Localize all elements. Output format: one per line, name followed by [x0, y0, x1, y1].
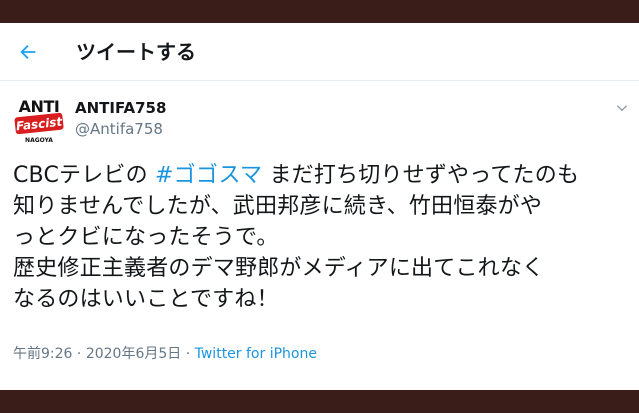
svg-text:NAGOYA: NAGOYA: [25, 137, 53, 144]
page-header: ツイートする: [0, 23, 639, 81]
more-options-button[interactable]: [611, 97, 633, 119]
meta-separator: ·: [72, 346, 86, 362]
author-handle[interactable]: @Antifa758: [75, 120, 163, 139]
tweet-metadata: 午前9:26 · 2020年6月5日 · Twitter for iPhone: [13, 345, 317, 363]
meta-separator: ·: [181, 346, 195, 362]
tweet-line-1: CBCテレビの #ゴゴスマ まだ打ち切りせずやってたのも: [13, 160, 633, 191]
chevron-down-icon: [616, 105, 628, 112]
tweet-source-link[interactable]: Twitter for iPhone: [195, 346, 317, 362]
tweet-line-2: 知りませんでしたが、武田邦彦に続き、竹田恒泰がや: [13, 194, 543, 219]
tweet-time[interactable]: 午前9:26: [13, 346, 72, 362]
page-title: ツイートする: [76, 40, 196, 64]
back-button[interactable]: [13, 37, 43, 67]
tweet-text: CBCテレビの #ゴゴスマ まだ打ち切りせずやってたのも 知りませんでしたが、武…: [13, 160, 633, 315]
avatar[interactable]: ANTI Fascist NAGOYA: [13, 95, 65, 147]
tweet-page: ツイートする ANTI Fascist NAGOYA ANTIFA758 @An…: [0, 23, 639, 390]
tweet-line-5: なるのはいいことですね！: [13, 287, 279, 312]
antifa-logo: ANTI Fascist NAGOYA: [13, 95, 65, 147]
tweet-line-4: 歴史修正主義者のデマ野郎がメディアに出てこれなく: [13, 256, 545, 281]
back-arrow-icon: [20, 44, 36, 60]
author-name[interactable]: ANTIFA758: [75, 99, 166, 118]
hashtag-link[interactable]: #ゴゴスマ: [155, 163, 262, 188]
tweet-line-3: っとクビになったそうで。: [13, 225, 279, 250]
tweet-text-segment: CBCテレビの: [13, 163, 156, 188]
svg-text:ANTI: ANTI: [19, 97, 60, 116]
tweet-date[interactable]: 2020年6月5日: [86, 346, 181, 362]
tweet-text-segment: まだ打ち切りせずやってたのも: [262, 163, 580, 188]
